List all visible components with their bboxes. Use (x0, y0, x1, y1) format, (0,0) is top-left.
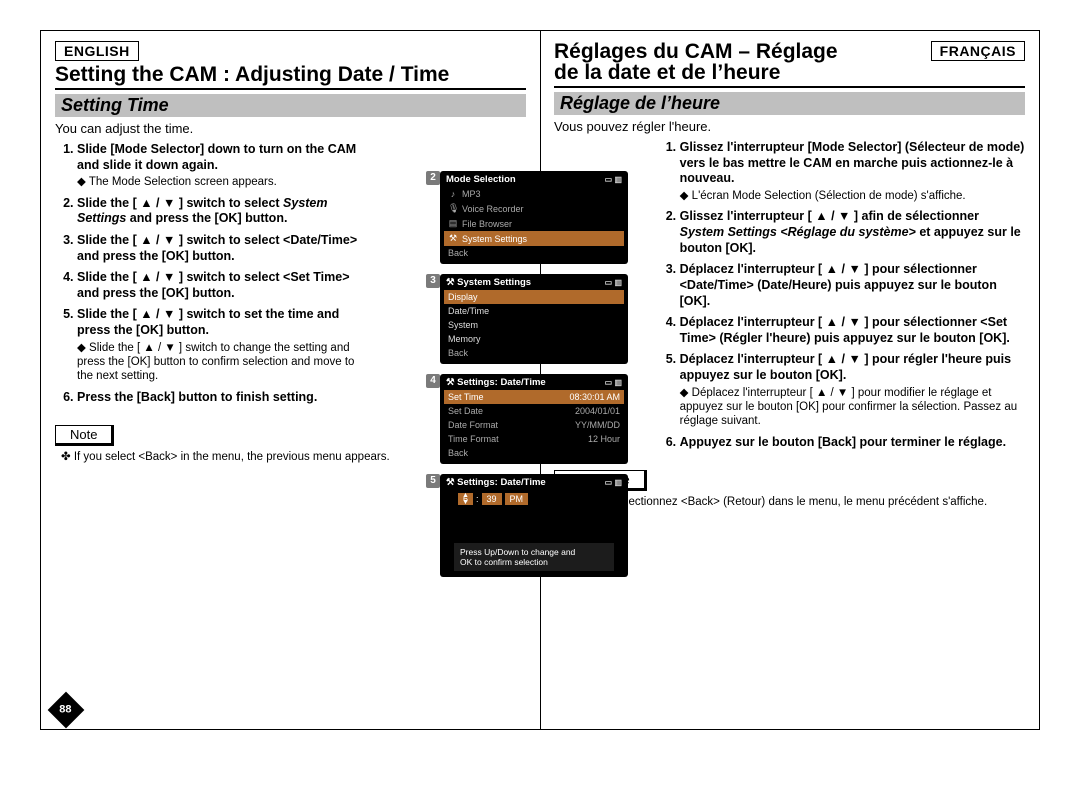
row-date-format[interactable]: Date FormatYY/MM/DD (444, 418, 624, 432)
step-dot-3: 3 (426, 274, 440, 288)
step-5-sub-fr: Déplacez l'interrupteur [ ▲ / ▼ ] pour m… (680, 386, 1025, 429)
menu-item-datetime[interactable]: Date/Time (444, 304, 624, 318)
settings-icon: ⚒ (446, 477, 455, 488)
step-4-fr: Déplacez l'interrupteur [ ▲ / ▼ ] pour s… (680, 315, 1025, 346)
menu-item-system-settings[interactable]: ⚒System Settings (444, 231, 624, 246)
note-label-en: Note (55, 425, 114, 446)
lang-badge-english: ENGLISH (55, 41, 139, 61)
screen-system-settings: 3 ⚒ System Settings Display Date/Time Sy… (440, 274, 628, 364)
menu-item-voice-recorder[interactable]: 🎙Voice Recorder (444, 201, 624, 216)
step-dot-4: 4 (426, 374, 440, 388)
step-3-fr: Déplacez l'interrupteur [ ▲ / ▼ ] pour s… (680, 262, 1025, 309)
lang-badge-french: FRANÇAIS (931, 41, 1025, 61)
time-minute-field[interactable]: 39 (482, 493, 502, 505)
intro-fr: Vous pouvez régler l'heure. (554, 119, 1025, 134)
file-icon: ▤ (448, 218, 458, 229)
screen-datetime-settings: 4 ⚒ Settings: Date/Time Set Time08:30:01… (440, 374, 628, 464)
step-1-sub-fr: L'écran Mode Selection (Sélection de mod… (680, 189, 1025, 203)
screen4-title: Settings: Date/Time (457, 377, 546, 388)
step-4-en: Slide the [ ▲ / ▼ ] switch to select <Se… (77, 270, 366, 301)
menu-item-mp3[interactable]: ♪MP3 (444, 187, 624, 201)
screen3-title: System Settings (457, 277, 531, 288)
row-time-format[interactable]: Time Format12 Hour (444, 432, 624, 446)
status-icons (605, 277, 622, 288)
row-set-date[interactable]: Set Date2004/01/01 (444, 404, 624, 418)
status-icons (605, 377, 622, 388)
mic-icon: 🎙 (448, 203, 458, 214)
step-dot-2: 2 (426, 171, 440, 185)
status-icons (605, 477, 622, 488)
screen-mode-selection: 2 Mode Selection ♪MP3 🎙Voice Recorder ▤F… (440, 171, 628, 264)
settings-icon: ⚒ (446, 277, 455, 288)
status-icons (605, 174, 622, 185)
step-2-en: Slide the [ ▲ / ▼ ] switch to select Sys… (77, 196, 366, 227)
row-back[interactable]: Back (444, 446, 624, 460)
screen-time-editor: 5 ⚒ Settings: Date/Time ▲▼ 6 : 39 PM Pre… (440, 474, 628, 577)
updown-arrows-icon: ▲▼ (462, 492, 469, 506)
settings-icon: ⚒ (446, 377, 455, 388)
settings-icon: ⚒ (448, 233, 458, 244)
page-title-fr-line2: de la date et de l’heure (554, 61, 1025, 88)
page-title-fr-line1: Réglages du CAM – Réglage (554, 41, 838, 63)
intro-en: You can adjust the time. (55, 121, 526, 136)
steps-list-fr: Glissez l'interrupteur [Mode Selector] (… (658, 140, 1025, 450)
page-title-en: Setting the CAM : Adjusting Date / Time (55, 63, 526, 90)
row-set-time[interactable]: Set Time08:30:01 AM (444, 390, 624, 404)
step-5-en: Slide the [ ▲ / ▼ ] switch to set the ti… (77, 307, 366, 383)
screen5-title: Settings: Date/Time (457, 477, 546, 488)
step-6-en: Press the [Back] button to finish settin… (77, 390, 366, 406)
step-5-fr: Déplacez l'interrupteur [ ▲ / ▼ ] pour r… (680, 352, 1025, 428)
steps-list-en: Slide [Mode Selector] down to turn on th… (55, 142, 366, 405)
step-1-en: Slide [Mode Selector] down to turn on th… (77, 142, 366, 190)
menu-item-back[interactable]: Back (444, 246, 624, 260)
step-5-sub-en: Slide the [ ▲ / ▼ ] switch to change the… (77, 341, 366, 384)
menu-item-file-browser[interactable]: ▤File Browser (444, 216, 624, 231)
editor-hint-overlay: Press Up/Down to change and OK to confir… (454, 543, 614, 571)
page-number-badge: 88 (48, 692, 85, 729)
menu-item-system[interactable]: System (444, 318, 624, 332)
step-dot-5: 5 (426, 474, 440, 488)
section-title-fr: Réglage de l’heure (554, 92, 1025, 115)
music-note-icon: ♪ (448, 189, 458, 199)
device-screens-stack: 2 Mode Selection ♪MP3 🎙Voice Recorder ▤F… (440, 171, 640, 587)
menu-item-memory[interactable]: Memory (444, 332, 624, 346)
menu-item-back[interactable]: Back (444, 346, 624, 360)
menu-item-display[interactable]: Display (444, 290, 624, 304)
screen2-title: Mode Selection (446, 174, 516, 185)
time-ampm-field[interactable]: PM (505, 493, 529, 505)
step-6-fr: Appuyez sur le bouton [Back] pour termin… (680, 435, 1025, 451)
step-3-en: Slide the [ ▲ / ▼ ] switch to select <Da… (77, 233, 366, 264)
step-1-sub-en: The Mode Selection screen appears. (77, 175, 366, 189)
step-2-fr: Glissez l'interrupteur [ ▲ / ▼ ] afin de… (680, 209, 1025, 256)
step-1-fr: Glissez l'interrupteur [Mode Selector] (… (680, 140, 1025, 203)
section-title-en: Setting Time (55, 94, 526, 117)
